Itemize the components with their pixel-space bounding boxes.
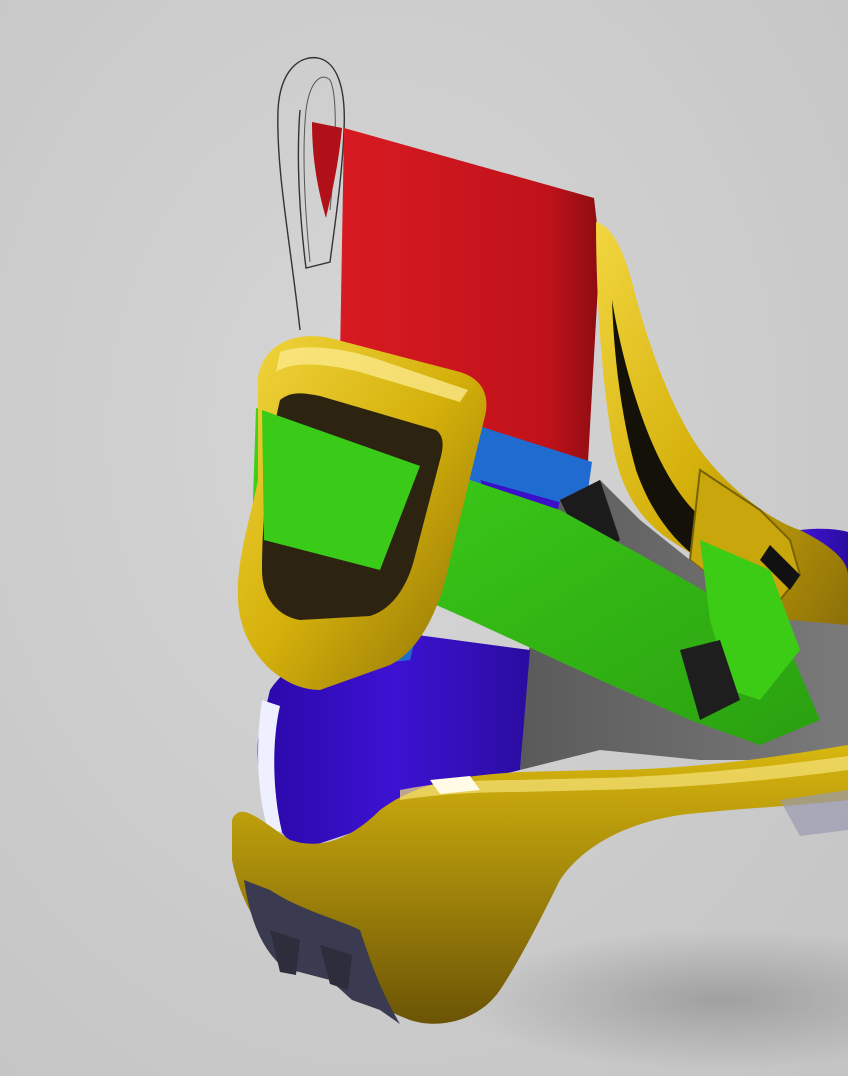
shoe-render [0, 0, 848, 1076]
render-viewport [0, 0, 848, 1076]
